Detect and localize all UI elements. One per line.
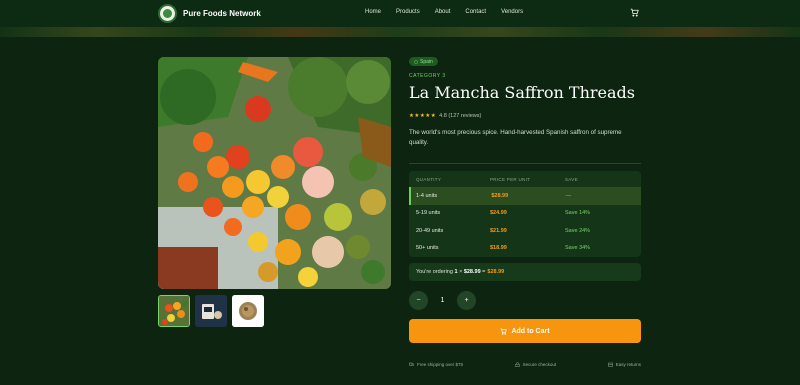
perk-shipping-label: Free shipping over $75 (417, 362, 464, 367)
row-save: — (565, 192, 572, 199)
box-icon (607, 362, 613, 367)
header-save: SAVE (565, 176, 578, 182)
quantity-value[interactable]: 1 (428, 297, 457, 304)
order-unit-price: $28.99 (463, 269, 481, 275)
pricing-table-header: QUANTITY PRICE PER UNIT SAVE (409, 171, 641, 187)
saffron-package-thumbnail (195, 295, 227, 327)
brand[interactable]: Pure Foods Network (158, 4, 261, 23)
header-price: PRICE PER UNIT (490, 176, 531, 182)
pricing-row[interactable]: 5-19 units $24.99 Save 14% (409, 205, 641, 223)
thumbnail-3[interactable] (232, 295, 264, 327)
main-nav: Home Products About Contact Vendors (365, 9, 523, 15)
order-summary: You're ordering 1 × $28.99 = $28.99 (409, 263, 641, 281)
perk-returns: Easy returns (607, 362, 641, 367)
pricing-row[interactable]: 50+ units $18.99 Save 34% (409, 240, 641, 258)
thumbnail-1[interactable] (158, 295, 190, 327)
add-to-cart-button[interactable]: Add to Cart (409, 319, 641, 343)
row-quantity: 20-49 units (416, 227, 444, 234)
row-save: Save 24% (565, 227, 591, 234)
saffron-threads-thumbnail (232, 295, 264, 327)
header-quantity: QUANTITY (416, 176, 442, 182)
origin-badge: Spain (409, 57, 438, 66)
origin-label: Spain (420, 58, 433, 65)
product-category: CATEGORY 3 (409, 73, 446, 79)
site-header: Pure Foods Network Home Products About C… (0, 0, 800, 27)
order-quantity: 1 (454, 269, 458, 275)
star-rating-icon: ★★★★★ (409, 113, 437, 119)
nav-about[interactable]: About (435, 9, 451, 15)
nav-home[interactable]: Home (365, 9, 381, 15)
lock-icon (515, 362, 520, 367)
row-price: $24.99 (490, 210, 507, 217)
row-quantity: 5-19 units (416, 210, 441, 217)
nav-products[interactable]: Products (396, 9, 420, 15)
brand-name: Pure Foods Network (183, 9, 261, 18)
pricing-table: QUANTITY PRICE PER UNIT SAVE 1-4 units $… (409, 171, 641, 257)
pricing-row[interactable]: 1-4 units $28.99 — (409, 187, 641, 205)
globe-icon (414, 59, 418, 64)
row-quantity: 50+ units (416, 245, 439, 252)
product-title: La Mancha Saffron Threads (409, 83, 635, 102)
increase-button[interactable]: + (457, 291, 476, 310)
pricing-row[interactable]: 20-49 units $21.99 Save 24% (409, 222, 641, 240)
order-equals: = (482, 269, 486, 275)
order-times: × (459, 269, 463, 275)
nav-vendors[interactable]: Vendors (501, 9, 523, 15)
perks-bar: Free shipping over $75 Secure checkout E… (409, 362, 641, 367)
perk-returns-label: Easy returns (615, 362, 641, 367)
add-to-cart-label: Add to Cart (511, 327, 550, 335)
nav-contact[interactable]: Contact (465, 9, 486, 15)
header-banner (0, 27, 800, 37)
quantity-stepper: − 1 + (409, 291, 476, 310)
product-rating: ★★★★★ 4.8 (127 reviews) (409, 113, 481, 119)
rating-text: 4.8 (127 reviews) (439, 113, 482, 119)
perk-secure-label: Secure checkout (522, 362, 557, 367)
cart-icon[interactable] (630, 8, 639, 17)
truck-icon (409, 362, 414, 366)
row-save: Save 34% (565, 245, 591, 252)
product-description: The world's most precious spice. Hand-ha… (409, 129, 622, 146)
divider (409, 163, 641, 164)
vegetables-photo (158, 57, 391, 289)
row-price: $28.99 (491, 192, 509, 199)
cart-icon (501, 328, 508, 335)
order-total: $28.99 (487, 269, 505, 275)
row-price: $21.99 (490, 227, 507, 234)
decrease-button[interactable]: − (409, 291, 428, 310)
vegetables-thumbnail (159, 296, 189, 326)
row-quantity: 1-4 units (416, 192, 438, 199)
product-main-image[interactable] (158, 57, 391, 289)
row-price: $18.99 (490, 245, 507, 252)
brand-logo-icon (158, 4, 177, 23)
perk-secure: Secure checkout (515, 362, 557, 367)
thumbnail-2[interactable] (195, 295, 227, 327)
perk-shipping: Free shipping over $75 (409, 362, 463, 367)
order-prefix: You're ordering (416, 269, 453, 275)
row-save: Save 14% (565, 210, 591, 217)
